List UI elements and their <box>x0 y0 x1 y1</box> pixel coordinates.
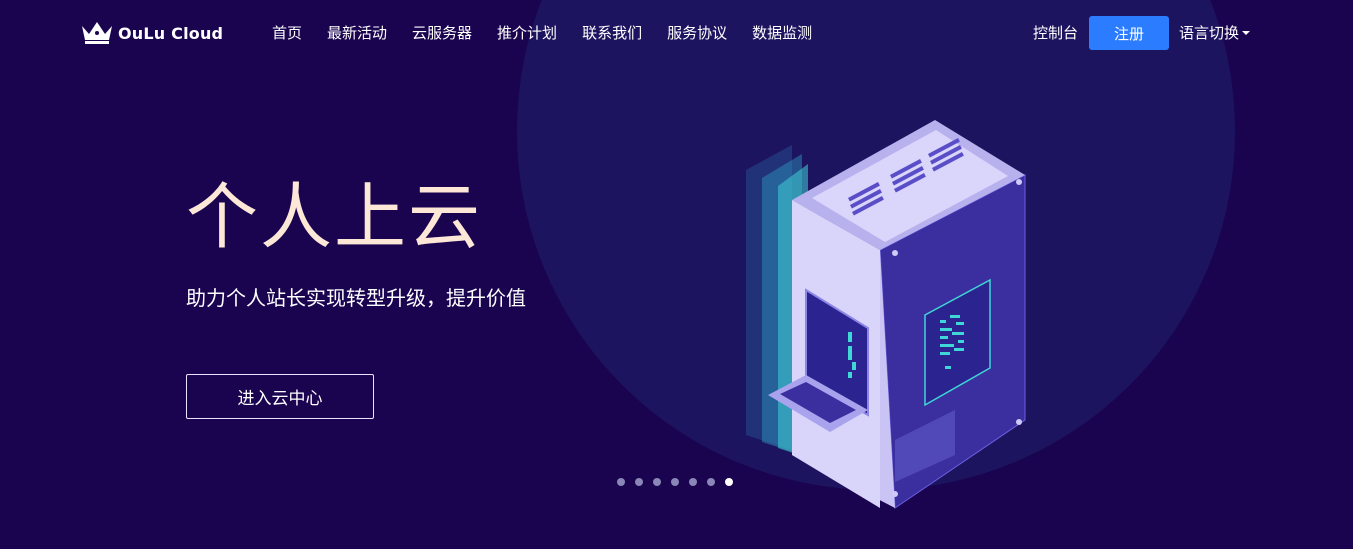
hero-subtitle: 助力个人站长实现转型升级，提升价值 <box>186 286 526 310</box>
nav-item-referral[interactable]: 推介计划 <box>497 22 557 43</box>
enter-cloud-center-button[interactable]: 进入云中心 <box>186 374 374 419</box>
nav-item-latest-activities[interactable]: 最新活动 <box>327 22 387 43</box>
main-nav: 首页 最新活动 云服务器 推介计划 联系我们 服务协议 数据监测 <box>272 22 837 43</box>
carousel-dot[interactable] <box>617 478 625 486</box>
server-illustration <box>746 120 1026 509</box>
carousel-dot[interactable] <box>653 478 661 486</box>
nav-item-home[interactable]: 首页 <box>272 22 302 43</box>
carousel-dot[interactable] <box>635 478 643 486</box>
language-switcher-label: 语言切换 <box>1179 24 1240 42</box>
carousel-dot[interactable] <box>707 478 715 486</box>
nav-item-cloud-servers[interactable]: 云服务器 <box>412 22 472 43</box>
crown-icon <box>82 22 112 44</box>
carousel-dot-active[interactable] <box>725 478 733 486</box>
nav-item-contact[interactable]: 联系我们 <box>582 22 642 43</box>
language-switcher[interactable]: 语言切换 <box>1179 22 1251 43</box>
carousel-dot[interactable] <box>689 478 697 486</box>
logo[interactable]: OuLu Cloud <box>80 18 223 48</box>
hero-title: 个人上云 <box>186 175 483 259</box>
caret-down-icon <box>1242 30 1251 35</box>
logo-text: OuLu Cloud <box>118 23 224 43</box>
nav-item-service-agreement[interactable]: 服务协议 <box>667 22 727 43</box>
console-link[interactable]: 控制台 <box>1033 22 1078 43</box>
carousel-dot[interactable] <box>671 478 679 486</box>
nav-item-data-monitoring[interactable]: 数据监测 <box>752 22 812 43</box>
carousel-dots <box>617 478 743 486</box>
register-button[interactable]: 注册 <box>1089 16 1169 50</box>
